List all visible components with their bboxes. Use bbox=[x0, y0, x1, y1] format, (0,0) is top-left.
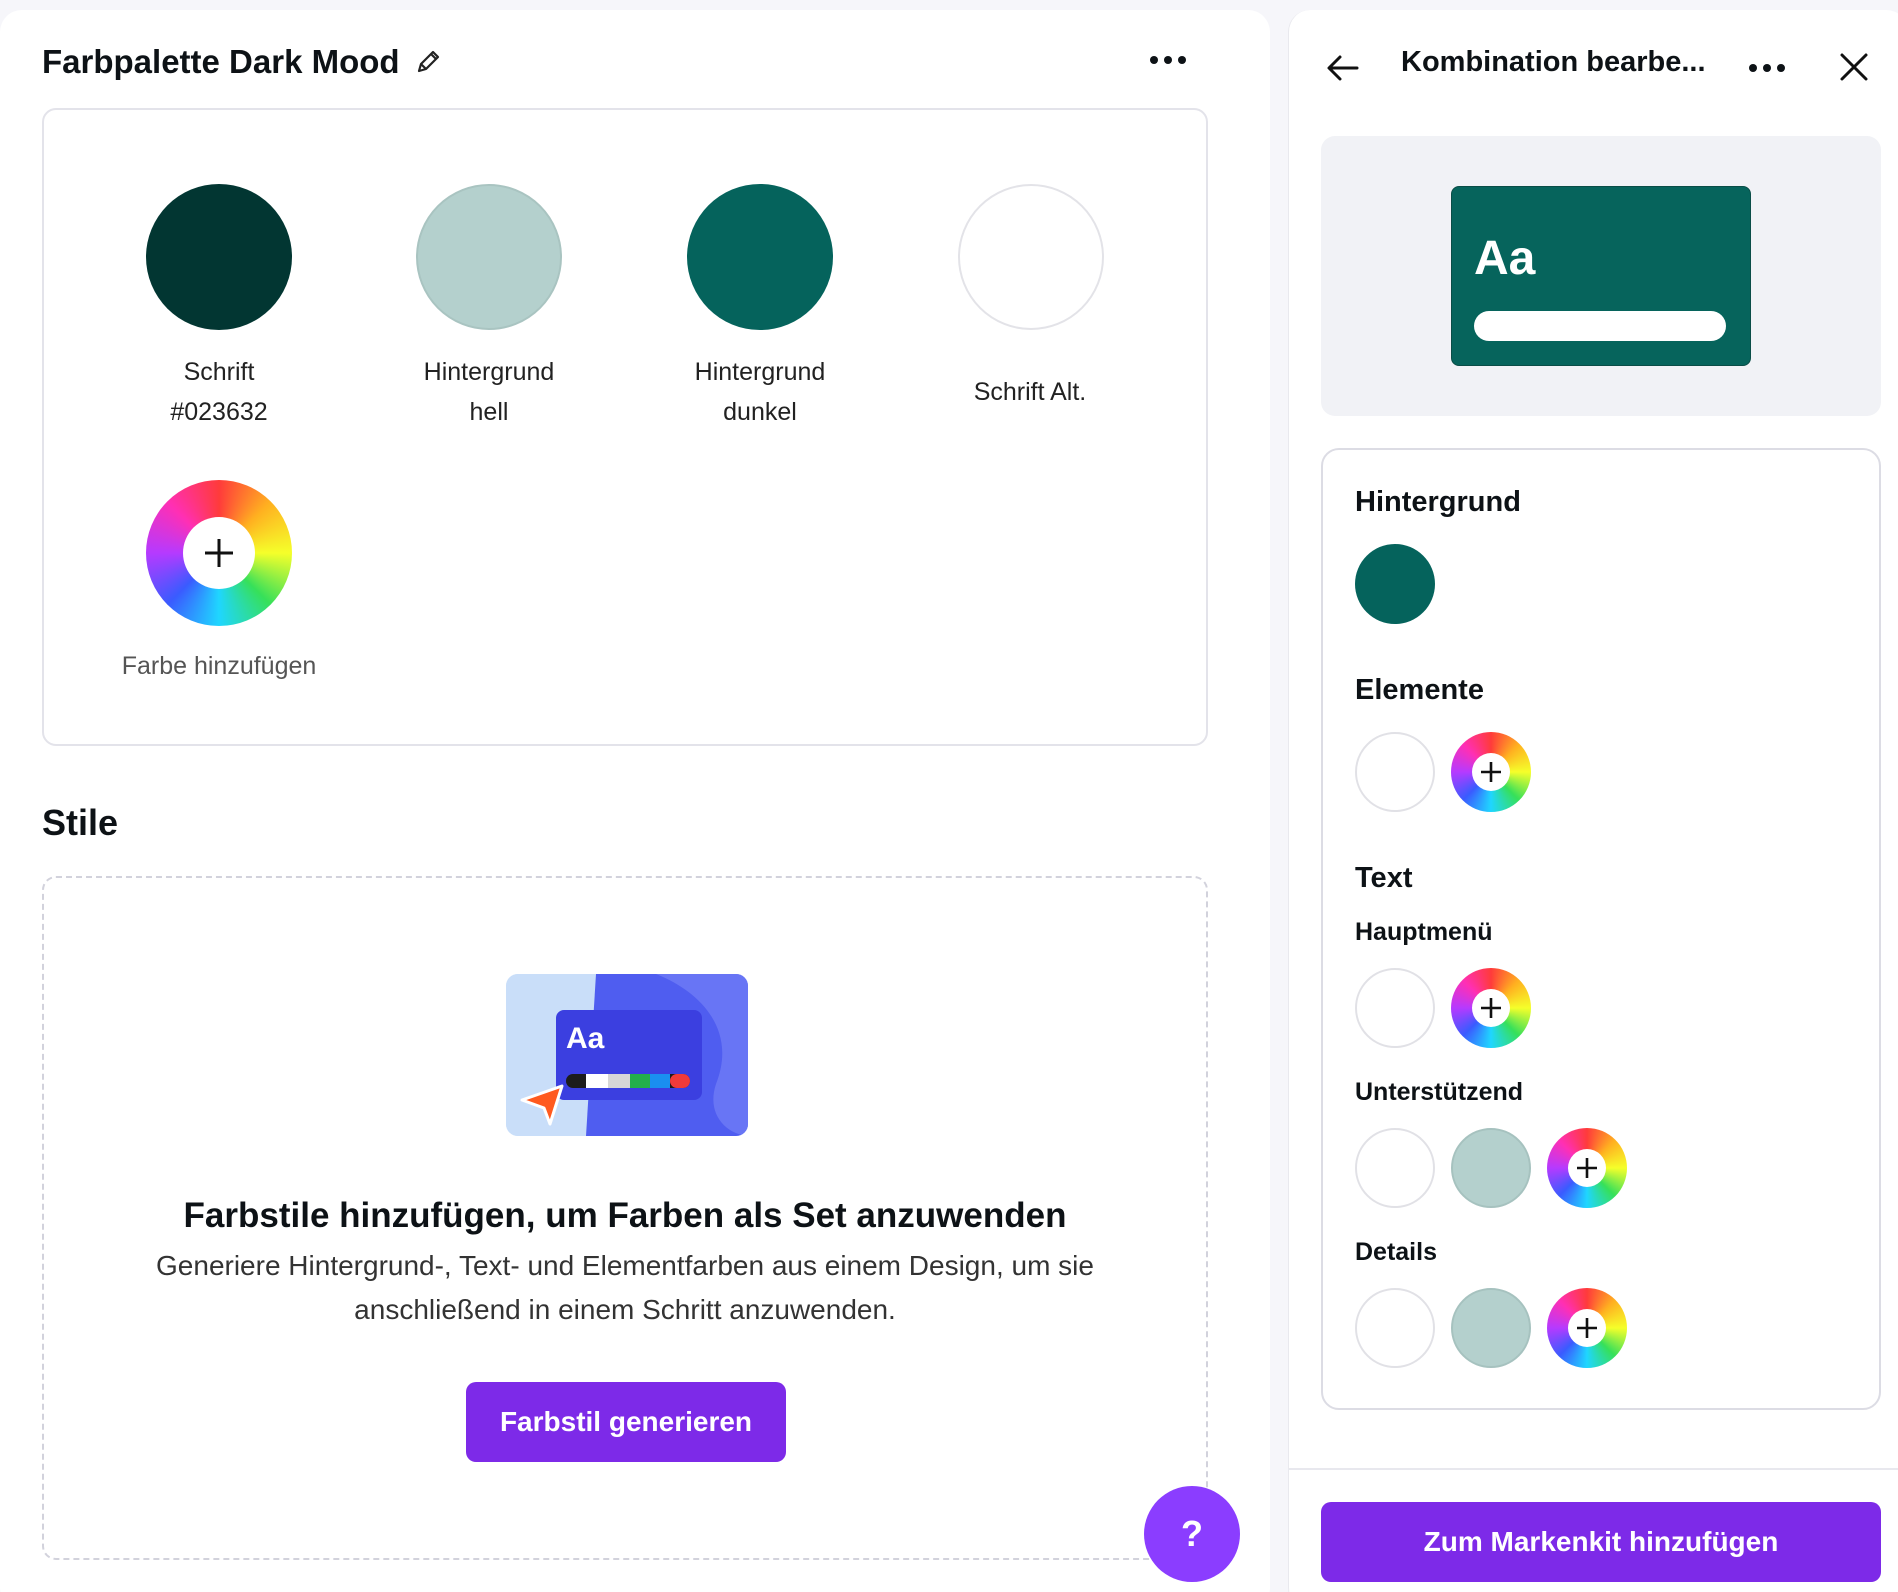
palette-title[interactable]: Farbpalette Dark Mood bbox=[42, 43, 400, 81]
add-color-button[interactable] bbox=[146, 480, 292, 626]
palette-more-icon[interactable] bbox=[1150, 56, 1186, 64]
color-label-3: Schrift Alt. bbox=[973, 378, 1087, 406]
details-add-color-button[interactable] bbox=[1547, 1288, 1627, 1368]
styles-empty-state: Aa Farbstile hinzufügen, um Farben als S… bbox=[42, 876, 1208, 1560]
combination-title: Kombination bearbe... bbox=[1401, 46, 1706, 78]
generate-color-style-button[interactable]: Farbstil generieren bbox=[466, 1382, 786, 1462]
details-heading: Details bbox=[1355, 1238, 1437, 1266]
empty-state-description: Generiere Hintergrund-, Text- und Elemen… bbox=[156, 1250, 1094, 1325]
plus-icon bbox=[1472, 753, 1510, 791]
combination-preview: Aa bbox=[1321, 136, 1881, 416]
plus-icon bbox=[183, 517, 255, 589]
edit-combination-panel: Kombination bearbe... Aa Hintergrund Ele… bbox=[1288, 10, 1898, 1592]
elements-heading: Elemente bbox=[1355, 674, 1484, 706]
supporting-heading: Unterstützend bbox=[1355, 1078, 1524, 1106]
text-heading: Text bbox=[1355, 862, 1413, 894]
styles-section-title: Stile bbox=[42, 802, 119, 843]
preview-aa-text: Aa bbox=[1474, 232, 1536, 285]
color-label-0: Schrift #023632 bbox=[170, 358, 268, 426]
elements-color-swatch-0[interactable] bbox=[1355, 732, 1435, 812]
arrow-left-icon[interactable] bbox=[1325, 50, 1361, 86]
combination-colors-box: Hintergrund Elemente Text Hauptmenü Unte… bbox=[1321, 448, 1881, 1410]
empty-state-heading: Farbstile hinzufügen, um Farben als Set … bbox=[183, 1196, 1067, 1235]
background-color-swatch[interactable] bbox=[1355, 544, 1435, 624]
details-color-swatch-0[interactable] bbox=[1355, 1288, 1435, 1368]
color-label-2: Hintergrund dunkel bbox=[694, 358, 826, 426]
supporting-add-color-button[interactable] bbox=[1547, 1128, 1627, 1208]
illustration-aa-text: Aa bbox=[566, 1022, 605, 1055]
plus-icon bbox=[1472, 989, 1510, 1027]
combination-more-icon[interactable] bbox=[1749, 64, 1785, 72]
main-menu-heading: Hauptmenü bbox=[1355, 918, 1493, 946]
supporting-color-swatch-1[interactable] bbox=[1451, 1128, 1531, 1208]
plus-icon bbox=[1568, 1149, 1606, 1187]
close-icon[interactable] bbox=[1837, 50, 1871, 84]
color-label-1: Hintergrund hell bbox=[423, 358, 555, 426]
color-swatch-1[interactable] bbox=[416, 184, 562, 330]
color-swatch-2[interactable] bbox=[687, 184, 833, 330]
preview-card: Aa bbox=[1451, 186, 1751, 366]
supporting-color-swatch-0[interactable] bbox=[1355, 1128, 1435, 1208]
main-menu-add-color-button[interactable] bbox=[1451, 968, 1531, 1048]
styles-illustration: Aa bbox=[506, 974, 748, 1136]
color-swatch-3[interactable] bbox=[958, 184, 1104, 330]
pencil-icon[interactable] bbox=[414, 48, 442, 76]
plus-icon bbox=[1568, 1309, 1606, 1347]
details-color-swatch-1[interactable] bbox=[1451, 1288, 1531, 1368]
preview-bar bbox=[1474, 311, 1726, 341]
footer-divider bbox=[1289, 1468, 1898, 1470]
palette-colors-box: Schrift #023632 Hintergrund hell Hinterg… bbox=[42, 108, 1208, 746]
color-swatch-0[interactable] bbox=[146, 184, 292, 330]
main-menu-color-swatch-0[interactable] bbox=[1355, 968, 1435, 1048]
add-color-label: Farbe hinzufügen bbox=[121, 652, 317, 680]
elements-add-color-button[interactable] bbox=[1451, 732, 1531, 812]
palette-title-row: Farbpalette Dark Mood bbox=[42, 32, 442, 92]
help-button[interactable]: ? bbox=[1144, 1486, 1240, 1582]
color-palette-panel: Farbpalette Dark Mood Schrift #023632 Hi… bbox=[0, 10, 1270, 1592]
background-heading: Hintergrund bbox=[1355, 486, 1521, 518]
add-to-brandkit-button[interactable]: Zum Markenkit hinzufügen bbox=[1321, 1502, 1881, 1582]
